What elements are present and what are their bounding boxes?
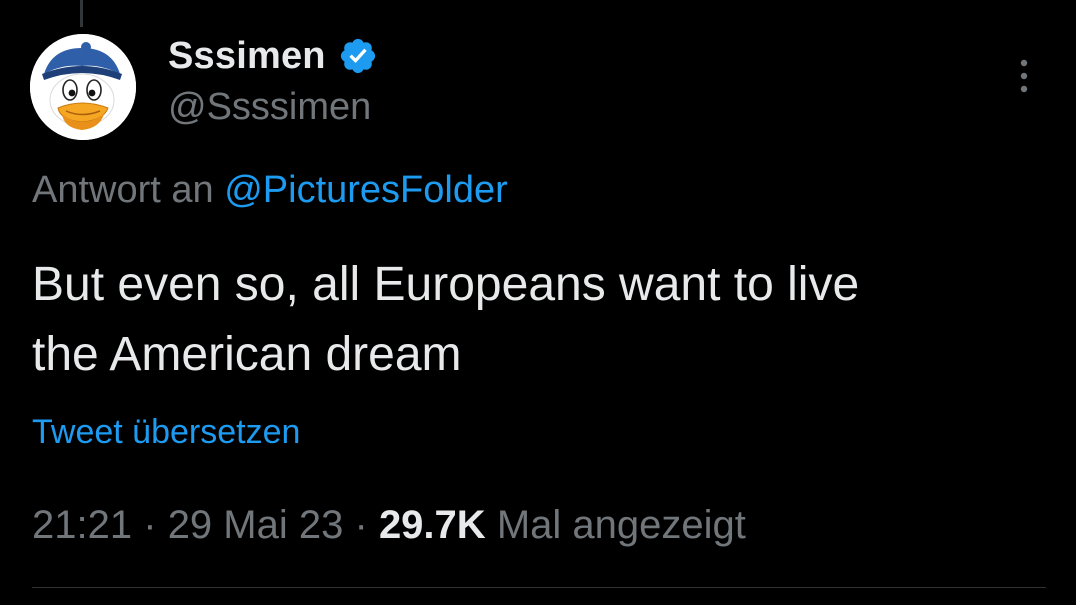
tweet-meta: 21:21 · 29 Mai 23 · 29.7K Mal angezeigt [32, 503, 746, 548]
reply-to-line: Antwort an @PicturesFolder [32, 169, 508, 212]
avatar[interactable] [30, 34, 136, 140]
author-display-name[interactable]: Sssimen [168, 35, 326, 78]
meta-separator: · [354, 503, 368, 547]
translate-tweet-link[interactable]: Tweet übersetzen [32, 413, 300, 452]
verified-badge-icon [340, 38, 375, 74]
divider [32, 587, 1046, 588]
tweet-text-line: But even so, all Europeans want to live [32, 258, 860, 311]
meta-separator: · [143, 503, 157, 547]
views-count[interactable]: 29.7K [379, 503, 486, 547]
tweet-time[interactable]: 21:21 [32, 503, 132, 547]
author-name-row: Sssimen [168, 30, 378, 82]
donald-duck-avatar-icon [30, 34, 136, 140]
tweet-date[interactable]: 29 Mai 23 [168, 503, 344, 547]
reply-to-prefix: Antwort an [32, 169, 214, 211]
reply-to-mention-link[interactable]: @PicturesFolder [224, 169, 508, 211]
views-label: Mal angezeigt [496, 503, 746, 547]
tweet-text-line: the American dream [32, 328, 462, 381]
tweet-text: But even so, all Europeans want to live … [32, 250, 1032, 390]
author-handle[interactable]: @Ssssimen [168, 86, 378, 129]
tweet-header: Sssimen @Ssssimen [168, 30, 378, 129]
more-vertical-icon[interactable] [1014, 58, 1034, 94]
thread-connector-line [80, 0, 83, 27]
